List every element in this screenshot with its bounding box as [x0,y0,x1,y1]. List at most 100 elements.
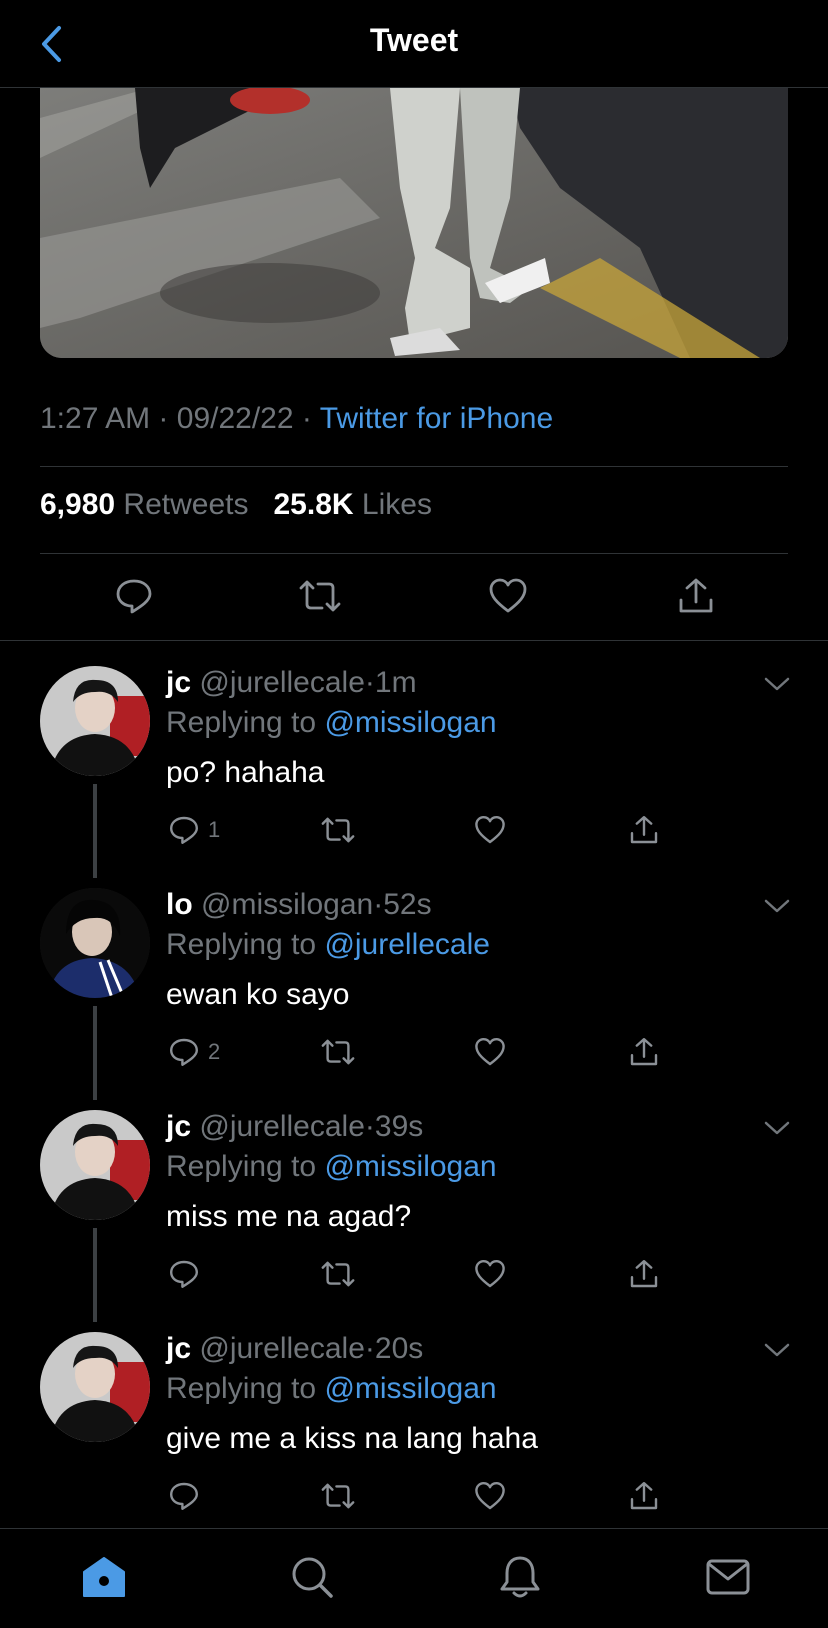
tweet-meta: 1:27 AM · 09/22/22 · Twitter for iPhone [40,402,553,436]
tweet-photo[interactable] [40,88,788,358]
retweets-label: Retweets [123,488,249,521]
avatar[interactable] [40,1332,150,1442]
reply-text: po? hahaha [166,756,325,789]
like-button[interactable] [474,1254,506,1294]
messages-icon [706,1559,750,1595]
meta-separator: · [158,402,169,435]
reply-header: jc @jurellecale·1m [166,666,417,700]
search-icon [292,1557,333,1598]
reply-button[interactable] [168,1476,208,1516]
like-button[interactable] [474,1032,506,1072]
reply-action-bar: 2 [0,1032,828,1072]
share-icon [630,1038,658,1066]
more-options-button[interactable] [762,1338,792,1362]
heart-icon [475,1038,505,1066]
divider [40,466,788,467]
share-button[interactable] [628,1032,660,1072]
tab-home[interactable] [78,1551,130,1603]
reply-header: jc @jurellecale·39s [166,1110,423,1144]
reply-icon [170,1482,198,1510]
share-icon [630,1482,658,1510]
tab-messages[interactable] [702,1551,754,1603]
handle[interactable]: @jurellecale [199,666,365,699]
share-button[interactable] [628,1476,660,1516]
reply-count: 2 [208,1039,221,1064]
retweet-icon [321,1261,355,1287]
retweet-button[interactable] [320,1032,356,1072]
reply-tweet[interactable]: lo @missilogan·52s Replying to @jurellec… [0,888,828,1110]
share-button[interactable] [672,572,720,620]
heart-icon [489,578,527,613]
reply-tweet[interactable]: jc @jurellecale·39s Replying to @missilo… [0,1110,828,1332]
reply-tweet[interactable]: jc @jurellecale·1m Replying to @missilog… [0,666,828,888]
reply-button[interactable]: 2 [168,1032,220,1072]
tab-notifications[interactable] [494,1551,546,1603]
share-icon [630,816,658,844]
display-name[interactable]: jc [166,1110,191,1143]
retweet-button[interactable] [320,1476,356,1516]
replying-to: Replying to @missilogan [166,706,497,740]
share-button[interactable] [628,1254,660,1294]
dot-separator: · [364,666,375,699]
mention-link[interactable]: @jurellecale [324,928,490,961]
reply-time: 39s [374,1110,424,1143]
more-options-button[interactable] [762,672,792,696]
heart-icon [475,1482,505,1510]
handle[interactable]: @missilogan [201,888,373,921]
tab-search[interactable] [286,1551,338,1603]
retweet-button[interactable] [320,810,356,850]
dot-separator: · [373,888,384,921]
like-button[interactable] [474,810,506,850]
handle[interactable]: @jurellecale [199,1110,365,1143]
reply-button[interactable] [168,1254,208,1294]
retweets-stat[interactable]: 6,980 Retweets [40,488,248,521]
display-name[interactable]: jc [166,1332,191,1365]
reply-button[interactable] [110,572,158,620]
replying-label: Replying to [166,706,317,739]
like-button[interactable] [474,1476,506,1516]
reply-count: 1 [208,817,221,842]
likes-stat[interactable]: 25.8K Likes [274,488,432,521]
like-button[interactable] [484,572,532,620]
retweet-button[interactable] [296,572,344,620]
share-button[interactable] [628,810,660,850]
retweet-button[interactable] [320,1254,356,1294]
divider [0,640,828,641]
reply-time: 1m [374,666,417,699]
more-options-button[interactable] [762,894,792,918]
reply-time: 52s [383,888,432,921]
chevron-down-icon [764,1343,790,1357]
tweet-source-link[interactable]: Twitter for iPhone [320,402,553,435]
replying-label: Replying to [166,928,317,961]
reply-tweet[interactable]: jc @jurellecale·20s Replying to @missilo… [0,1332,828,1554]
likes-count: 25.8K [273,488,354,521]
reply-icon [170,1038,198,1066]
display-name[interactable]: lo [166,888,193,921]
dot-separator: · [364,1332,375,1365]
retweet-icon [299,580,341,612]
reply-header: jc @jurellecale·20s [166,1332,423,1366]
display-name[interactable]: jc [166,666,191,699]
tweet-stats: 6,980 Retweets 25.8K Likes [40,488,432,522]
heart-icon [475,1260,505,1288]
retweet-icon [321,817,355,843]
dot-separator: · [364,1110,375,1143]
mention-link[interactable]: @missilogan [324,1150,496,1183]
divider [40,553,788,554]
retweet-icon [321,1039,355,1065]
reply-icon [170,1260,198,1288]
home-icon [83,1557,125,1597]
tweet-action-bar [0,572,828,620]
avatar[interactable] [40,1110,150,1220]
meta-separator: · [301,402,312,435]
reply-button[interactable]: 1 [168,810,220,850]
more-options-button[interactable] [762,1116,792,1140]
bottom-tab-bar [0,1528,828,1628]
avatar[interactable] [40,666,150,776]
avatar[interactable] [40,888,150,998]
retweets-count: 6,980 [40,488,116,521]
mention-link[interactable]: @missilogan [324,706,496,739]
handle[interactable]: @jurellecale [199,1332,365,1365]
tweet-time: 1:27 AM [40,402,151,435]
mention-link[interactable]: @missilogan [324,1372,496,1405]
